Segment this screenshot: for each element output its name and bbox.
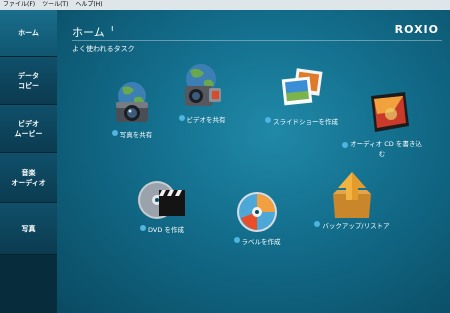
dvd-clapper-icon	[138, 181, 185, 219]
task-bullet-icon	[140, 225, 147, 231]
slideshow-photos-icon	[281, 68, 323, 106]
menu-tools[interactable]: ツール(T)	[39, 0, 70, 10]
section-subtitle: よく使われるタスク	[72, 45, 135, 53]
task-bullet-icon	[265, 117, 271, 123]
menu-help[interactable]: ヘルプ(H)	[72, 0, 104, 10]
backup-box-icon	[333, 172, 371, 218]
task-label: DVD を作成	[148, 226, 184, 234]
sidebar-item-video-movie[interactable]: ビデオ ムービー	[0, 105, 57, 153]
task-label: バックアップ/リストア	[322, 222, 390, 230]
sidebar-item-music-audio[interactable]: 音楽 オーディオ	[0, 153, 57, 203]
task-label: ビデオを共有	[186, 116, 226, 124]
globe-camera-icon	[116, 82, 148, 122]
globe-camcorder-icon	[185, 64, 221, 106]
task-bullet-icon	[342, 141, 349, 148]
task-label: オーディオ CD を書き込む	[350, 140, 422, 158]
task-backup-restore[interactable]: バックアップ/リストア	[307, 170, 397, 230]
header-divider	[72, 40, 442, 41]
task-label: 写真を共有	[119, 131, 153, 139]
sidebar-footer	[0, 255, 57, 313]
sidebar-item-home[interactable]: ホーム	[0, 10, 59, 57]
main-panel: ホーム ı ROXIO よく使われるタスク 写真を共有 ビデオを共有 スライドシ…	[57, 10, 450, 313]
task-create-slideshow[interactable]: スライドショーを作成	[259, 68, 344, 126]
task-create-label[interactable]: ラベルを作成	[222, 190, 292, 246]
roxio-logo: ROXIO	[394, 23, 439, 36]
task-bullet-icon	[314, 221, 321, 227]
task-burn-audio-cd[interactable]: オーディオ CD を書き込む	[342, 92, 432, 158]
text-cursor-icon: ı	[111, 24, 114, 34]
disc-label-icon	[237, 192, 277, 232]
page-title: ホーム	[72, 26, 105, 39]
menu-file[interactable]: ファイル(F)	[0, 0, 37, 10]
sidebar-item-photo[interactable]: 写真	[0, 203, 57, 255]
task-label: ラベルを作成	[241, 238, 281, 246]
task-create-dvd[interactable]: DVD を作成	[127, 178, 197, 234]
task-bullet-icon	[233, 237, 240, 243]
task-bullet-icon	[178, 115, 185, 121]
menu-bar: ファイル(F) ツール(T) ヘルプ(H)	[0, 0, 450, 10]
task-share-video[interactable]: ビデオを共有	[167, 62, 237, 124]
task-label: スライドショーを作成	[273, 118, 338, 126]
audio-cd-icon	[371, 92, 409, 132]
sidebar-item-data-copy[interactable]: データ コピー	[0, 57, 57, 105]
task-share-photos[interactable]: 写真を共有	[102, 80, 162, 139]
task-bullet-icon	[111, 130, 118, 136]
